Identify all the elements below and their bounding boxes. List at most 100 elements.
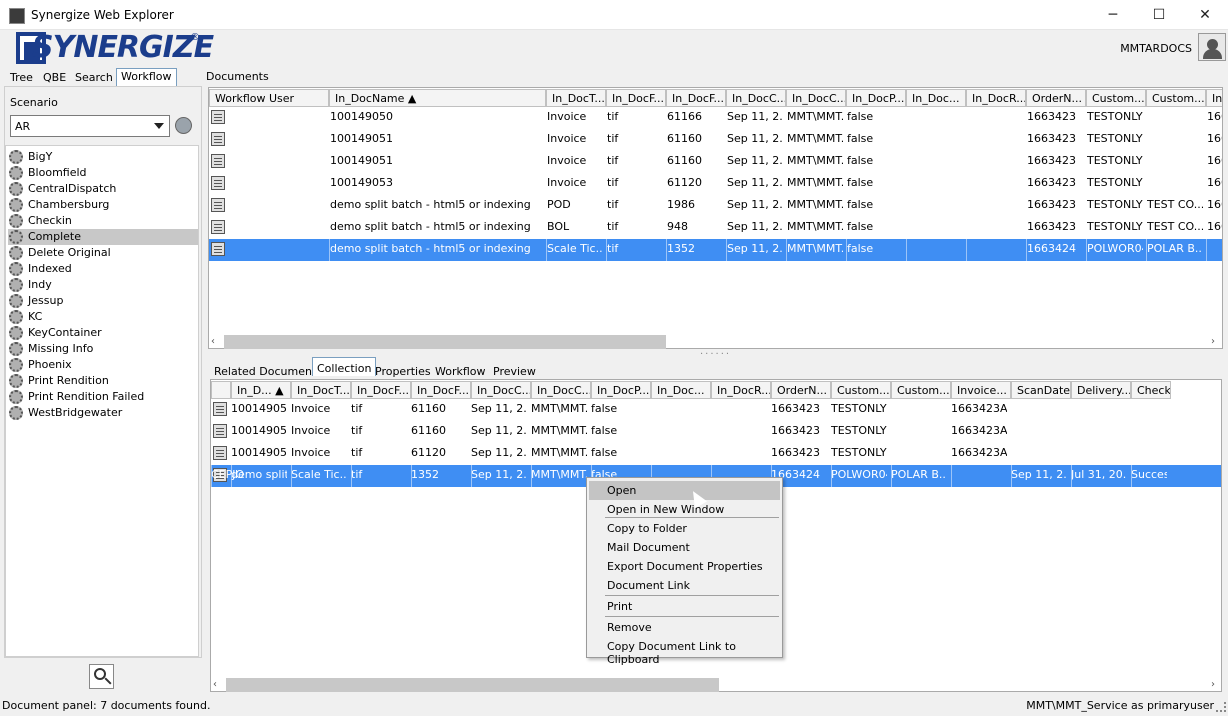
tab-properties[interactable]: Properties [375,364,431,378]
workflow-item[interactable]: Print Rendition Failed [8,389,198,405]
table-row[interactable]: 100149053 Invoice tif 61120 Sep 11, 2... MMT\… [211,443,1221,465]
column-header[interactable]: In_DocP... [591,381,651,399]
column-header[interactable]: In_DocR... [711,381,771,399]
column-header[interactable]: OrderN... [1026,89,1086,107]
documents-table[interactable]: Workflow User In_DocName ▲ In_DocT... In_Do… [208,87,1223,349]
gear-icon [9,278,23,292]
workflow-item[interactable]: Indy [8,277,198,293]
table-row[interactable]: demo split batch - html5 or indexing POD t… [209,195,1222,217]
menu-item-copy-document-link-to-clipboard[interactable]: Copy Document Link to Clipboard [589,637,780,666]
table-cell: POLAR B... [891,468,947,481]
workflow-item[interactable]: WestBridgewater [8,405,198,421]
column-header[interactable]: ScanDate [1011,381,1071,399]
tab-workflow-detail[interactable]: Workflow [435,364,486,378]
column-header[interactable]: In_DocT... [546,89,606,107]
user-avatar-icon[interactable] [1198,33,1226,61]
chevron-down-icon [154,123,164,129]
column-header[interactable] [211,381,231,399]
cell-divider [831,465,832,487]
column-header[interactable]: Custom... [831,381,891,399]
table-row[interactable]: 100149051 Invoice tif 61160 Sep 11, 2... MMT\… [209,129,1222,151]
column-header[interactable]: Delivery... [1071,381,1131,399]
menu-item-open[interactable]: Open [589,481,780,500]
workflow-item[interactable]: BigY [8,149,198,165]
column-header[interactable]: In_DocC... [471,381,531,399]
table-row[interactable]: demo split batch - html5 or indexing Scal… [209,239,1222,261]
column-header[interactable]: Custom... [1086,89,1146,107]
close-button[interactable]: ✕ [1182,0,1228,30]
table-row[interactable]: 100149051 Invoice tif 61160 Sep 11, 2... MMT\… [209,151,1222,173]
resize-grip-icon[interactable] [1216,702,1226,712]
menu-item-mail-document[interactable]: Mail Document [589,538,780,557]
tab-workflow[interactable]: Workflow [116,68,177,87]
tab-qbe[interactable]: QBE [43,69,66,86]
column-header[interactable]: In_DocF... [666,89,726,107]
column-header[interactable]: In_DocC... [786,89,846,107]
collection-hscrollbar[interactable] [226,678,719,692]
table-row[interactable]: 100149051 Invoice tif 61160 Sep 11, 2... MMT\… [211,421,1221,443]
scroll-left-icon[interactable]: ‹ [213,679,217,690]
workflow-item[interactable]: KeyContainer [8,325,198,341]
table-cell: 61160 [411,424,446,437]
column-header[interactable]: OrderN... [771,381,831,399]
gear-icon [9,230,23,244]
column-header[interactable]: In_Doc... [906,89,966,107]
table-row[interactable]: 100149050 Invoice tif 61166 Sep 11, 2... MMT\… [209,107,1222,129]
minimize-button[interactable]: ─ [1090,0,1136,30]
tab-related-documents[interactable]: Related Documents [214,364,322,378]
column-header[interactable]: In_DocP... [846,89,906,107]
menu-item-export-document-properties[interactable]: Export Document Properties [589,557,780,576]
scroll-left-icon[interactable]: ‹ [211,336,215,347]
refresh-icon[interactable] [175,117,192,134]
column-header[interactable]: In_DocT... [291,381,351,399]
column-header[interactable]: Invoice... [951,381,1011,399]
table-cell: 1663423A [951,424,1007,437]
menu-item-document-link[interactable]: Document Link [589,576,780,595]
table-row[interactable]: 100149051 Invoice tif 61160 Sep 11, 2... MMT\… [211,399,1221,421]
menu-item-remove[interactable]: Remove [589,618,780,637]
table-cell: false [591,424,618,437]
workflow-item[interactable]: Print Rendition [8,373,198,389]
workflow-item[interactable]: CentralDispatch [8,181,198,197]
workflow-item[interactable]: Jessup [8,293,198,309]
menu-item-copy-to-folder[interactable]: Copy to Folder [589,519,780,538]
table-row[interactable]: 100149053 Invoice tif 61120 Sep 11, 2... MMT\… [209,173,1222,195]
workflow-item[interactable]: Delete Original [8,245,198,261]
scroll-right-icon[interactable]: › [1211,336,1215,347]
column-header[interactable]: Checkin [1131,381,1171,399]
workflow-item[interactable]: Indexed [8,261,198,277]
menu-item-print[interactable]: Print [589,597,780,616]
column-header[interactable]: Custom... [1146,89,1206,107]
workflow-item[interactable]: Chambersburg [8,197,198,213]
workflow-item[interactable]: Bloomfield [8,165,198,181]
table-row[interactable]: demo split batch - html5 or indexing BOL t… [209,217,1222,239]
scroll-right-icon[interactable]: › [1211,679,1215,690]
tab-tree[interactable]: Tree [10,69,33,86]
maximize-button[interactable]: ☐ [1136,0,1182,30]
workflow-item[interactable]: Missing Info [8,341,198,357]
tab-preview[interactable]: Preview [493,364,536,378]
column-header[interactable]: In_DocR... [966,89,1026,107]
workflow-item[interactable]: Complete [8,229,198,245]
workflow-item[interactable]: Phoenix [8,357,198,373]
search-button[interactable] [89,664,114,689]
column-header[interactable]: In_DocC... [726,89,786,107]
workflow-item[interactable]: KC [8,309,198,325]
column-header[interactable]: Custom... [891,381,951,399]
column-header[interactable]: In_DocF... [351,381,411,399]
column-header[interactable]: In_DocF... [411,381,471,399]
column-header[interactable]: In_D... ▲ [231,381,291,399]
column-header[interactable]: Workflow User [209,89,329,107]
column-header[interactable]: Inv [1206,89,1222,107]
table-cell: POLWOR04 [1087,242,1143,255]
column-header[interactable]: In_DocF... [606,89,666,107]
column-header[interactable]: In_DocName ▲ [329,89,546,107]
workflow-item[interactable]: Checkin [8,213,198,229]
tab-collection[interactable]: Collection [312,357,377,376]
splitter-handle[interactable]: ······ [700,349,731,360]
column-header[interactable]: In_DocC... [531,381,591,399]
scenario-select[interactable]: AR [10,115,170,137]
documents-hscrollbar[interactable] [224,335,666,349]
tab-search[interactable]: Search [75,69,113,86]
column-header[interactable]: In_Doc... [651,381,711,399]
